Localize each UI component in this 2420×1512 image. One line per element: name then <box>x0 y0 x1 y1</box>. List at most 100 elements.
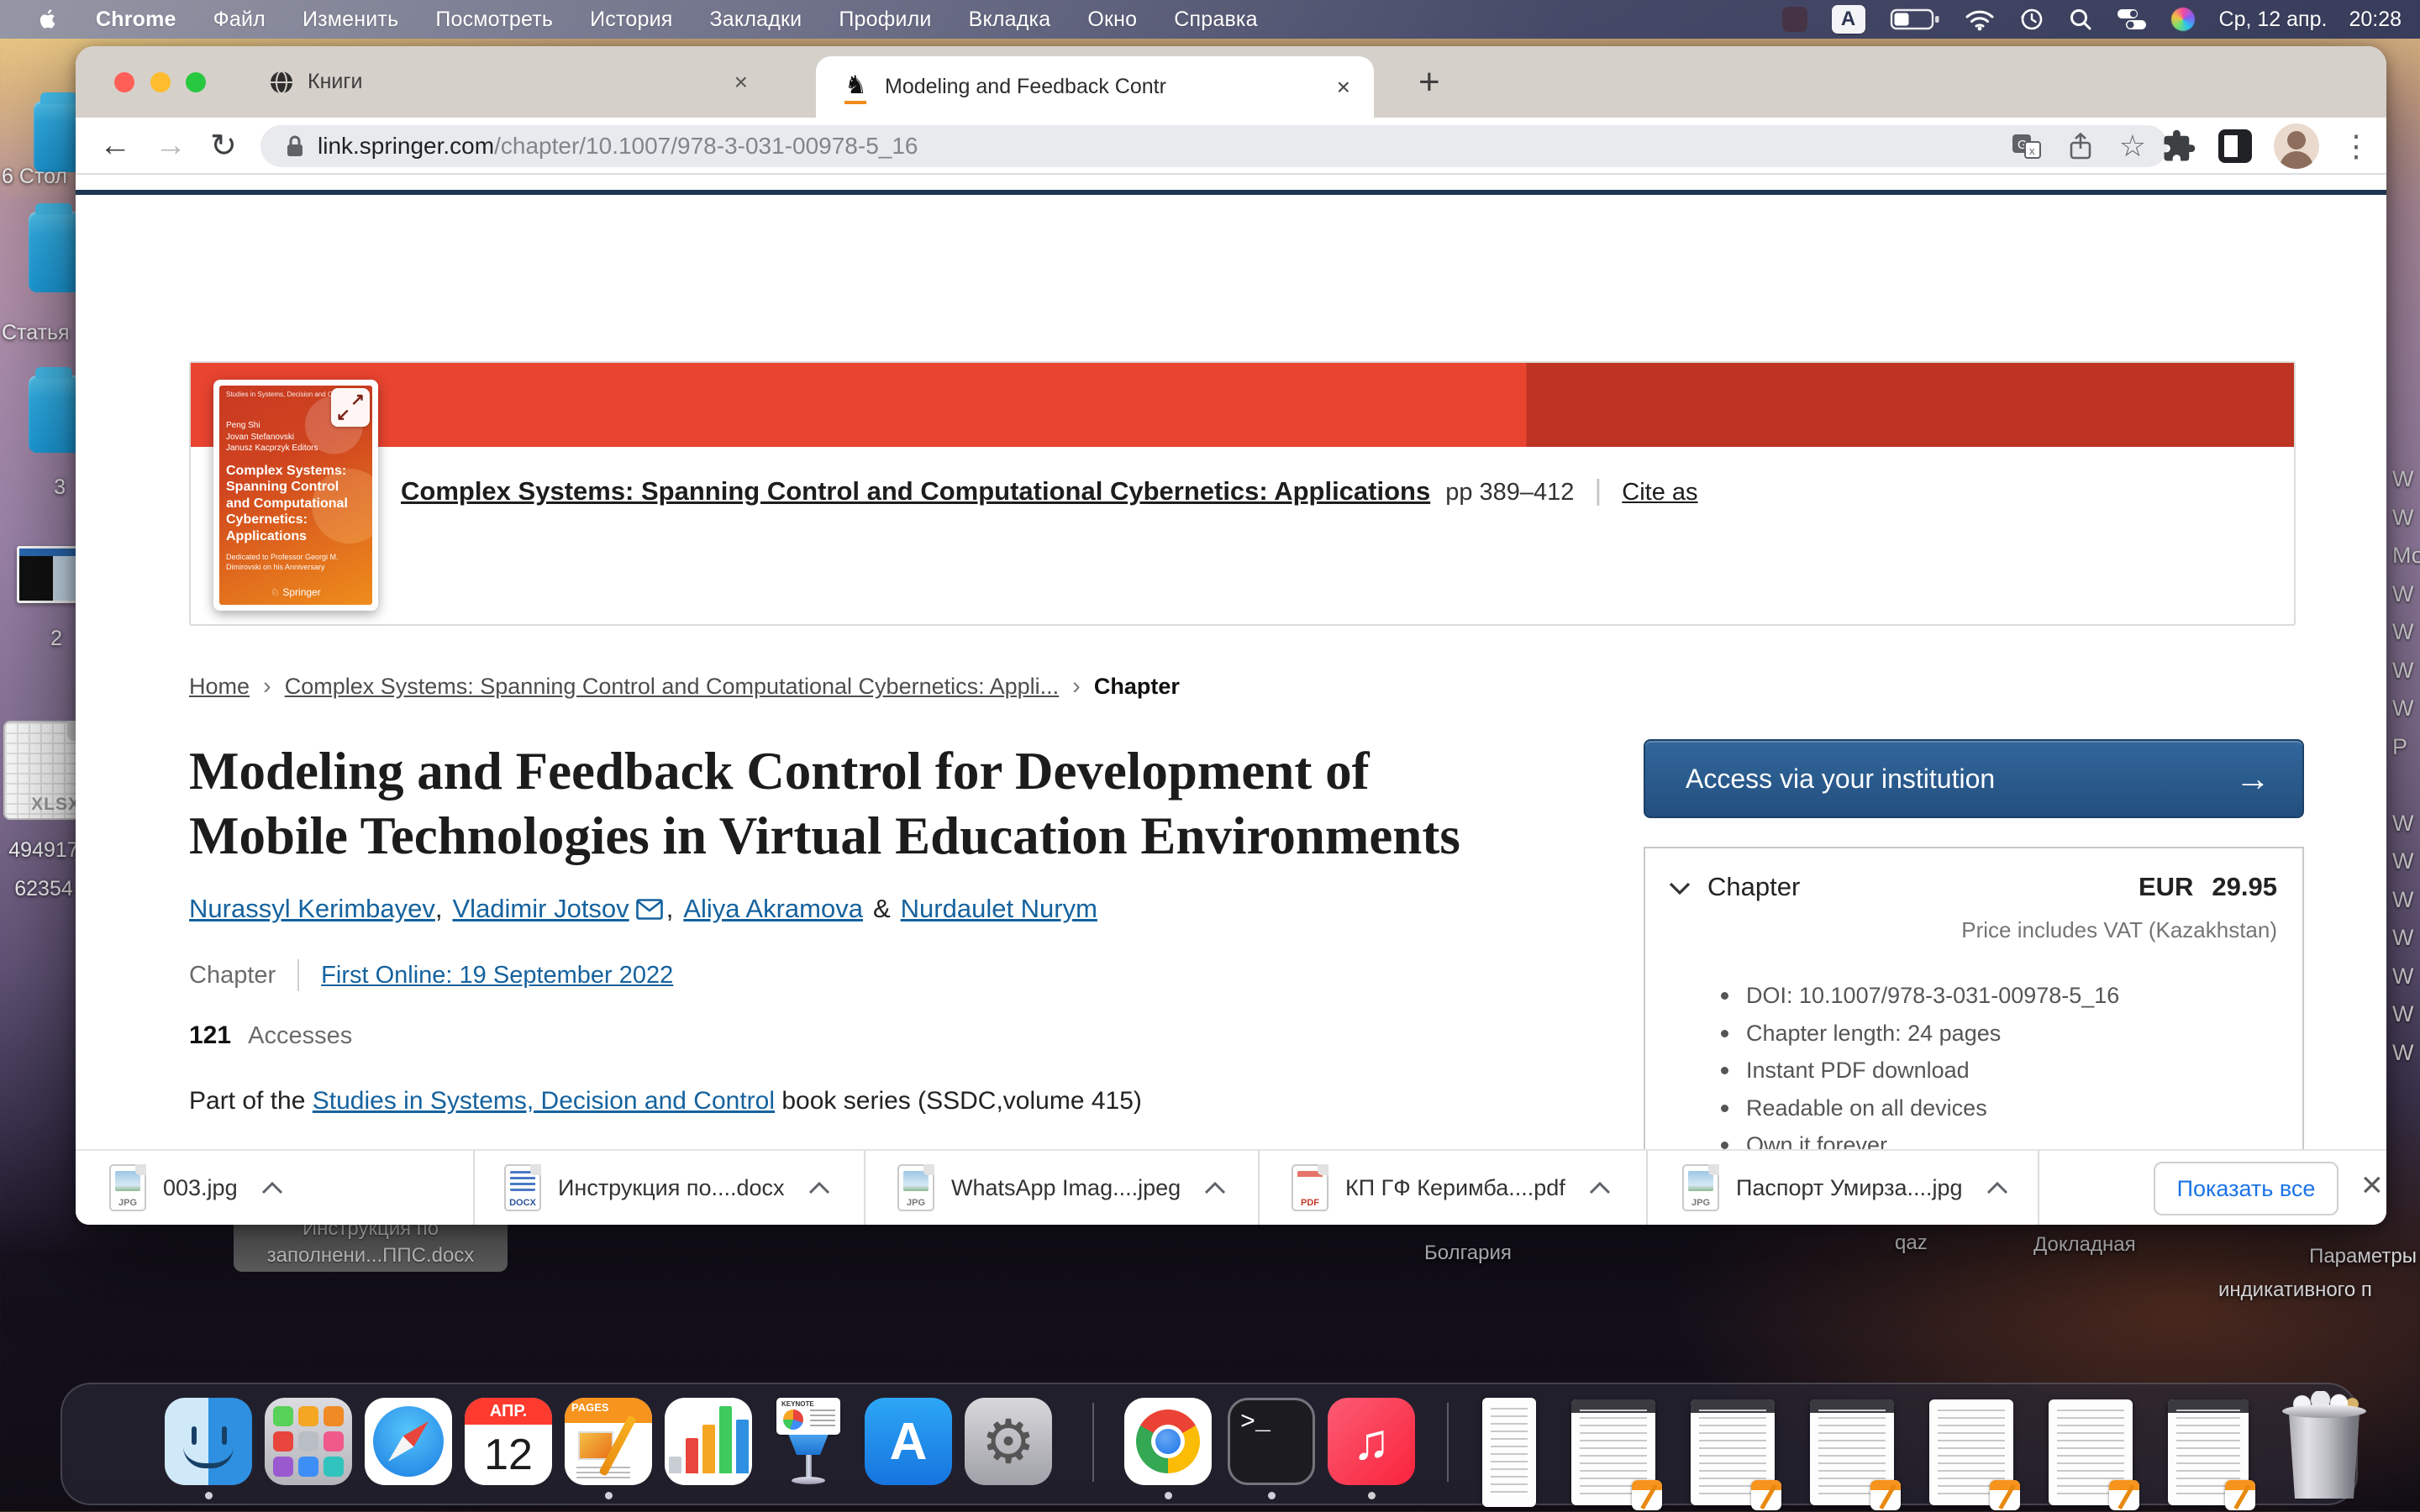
menu-tab[interactable]: Вкладка <box>969 8 1051 32</box>
author-link[interactable]: Aliya Akramova <box>683 894 863 924</box>
dock-minimized-document[interactable] <box>1810 1399 1894 1505</box>
spotlight-icon[interactable] <box>2069 8 2092 31</box>
control-center-icon[interactable] <box>2117 8 2147 30</box>
tab-active-springer[interactable]: ♞ Modeling and Feedback Contr × <box>816 56 1374 118</box>
new-tab-button[interactable]: + <box>1418 61 1440 103</box>
menu-file[interactable]: Файл <box>213 8 266 32</box>
author-link[interactable]: Nurdaulet Nurym <box>901 894 1097 924</box>
address-bar[interactable]: link.springer.com/chapter/10.1007/978-3-… <box>260 125 2168 167</box>
access-institution-button[interactable]: Access via your institution → <box>1644 739 2304 818</box>
apple-icon[interactable] <box>37 7 59 32</box>
dock-appstore-icon[interactable]: A <box>865 1398 952 1485</box>
tab-books[interactable]: Книги × <box>269 46 790 118</box>
dock-chrome-icon[interactable] <box>1124 1398 1212 1485</box>
desktop-file-label[interactable]: 2 <box>0 627 62 651</box>
keynote-lectern <box>785 1435 832 1455</box>
desktop-folder-label[interactable]: 6 Стол <box>2 165 67 189</box>
dock-pages-icon[interactable]: PAGES <box>565 1398 652 1485</box>
book-title-link[interactable]: Complex Systems: Spanning Control and Co… <box>401 476 1430 507</box>
menu-edit[interactable]: Изменить <box>302 8 398 32</box>
breadcrumb-home[interactable]: Home <box>189 674 250 700</box>
desktop-file-label-qaz[interactable]: qaz <box>1895 1231 1928 1255</box>
forward-button[interactable]: → <box>155 128 187 164</box>
download-item[interactable]: JPG 003.jpg <box>109 1151 283 1225</box>
jpg-file-icon: JPG <box>109 1164 146 1211</box>
book-cover[interactable]: Studies in Systems, Decision and Control… <box>213 380 378 611</box>
dock-minimized-document[interactable] <box>1929 1399 2013 1505</box>
wifi-icon[interactable] <box>1965 8 1995 31</box>
dock-music-icon[interactable]: ♫ <box>1328 1398 1415 1485</box>
menu-bookmarks[interactable]: Закладки <box>710 8 802 32</box>
reload-button[interactable]: ↻ <box>210 127 237 165</box>
dock-keynote-icon[interactable]: KEYNOTE <box>765 1398 852 1485</box>
chevron-up-icon[interactable] <box>261 1181 283 1194</box>
dock-calendar-icon[interactable]: АПР. 12 <box>465 1398 552 1485</box>
minimize-window-button[interactable] <box>150 72 171 92</box>
battery-icon[interactable] <box>1890 8 1940 31</box>
xlsx-label-line2[interactable]: 62354 <box>0 877 87 901</box>
expand-cover-button[interactable]: ↗ ↙ <box>331 388 370 427</box>
author-link[interactable]: Nurassyl Kerimbayev <box>189 894 435 924</box>
chevron-up-icon[interactable] <box>1589 1181 1611 1194</box>
desktop-file-label-params2[interactable]: индикативного п <box>2218 1278 2420 1302</box>
cite-as-link[interactable]: Cite as <box>1622 479 1697 507</box>
dock-minimized-document[interactable] <box>1691 1399 1775 1505</box>
bookmark-star-icon[interactable]: ☆ <box>2119 129 2146 164</box>
chevron-up-icon[interactable] <box>808 1181 830 1194</box>
xlsx-label-line1[interactable]: 494917 <box>0 838 87 863</box>
download-item[interactable]: JPG WhatsApp Imag....jpeg <box>897 1151 1226 1225</box>
dock-launchpad-icon[interactable] <box>265 1398 352 1485</box>
desktop-file-label-dokladnaya[interactable]: Докладная <box>2033 1233 2136 1257</box>
close-window-button[interactable] <box>114 72 134 92</box>
side-panel-icon[interactable] <box>2218 129 2252 163</box>
first-online-link[interactable]: First Online: 19 September 2022 <box>321 962 673 990</box>
download-item[interactable]: JPG Паспорт Умирза....jpg <box>1682 1151 2008 1225</box>
dock-minimized-document[interactable] <box>2049 1399 2133 1505</box>
email-icon[interactable] <box>636 899 663 920</box>
desktop-xlsx-file[interactable]: XLSX <box>3 721 87 820</box>
menu-window[interactable]: Окно <box>1087 8 1137 32</box>
author-link[interactable]: Vladimir Jotsov <box>453 894 629 924</box>
menu-history[interactable]: История <box>590 8 672 32</box>
translate-icon[interactable]: Gx <box>2012 132 2042 160</box>
time-machine-icon[interactable] <box>2019 7 2044 32</box>
desktop-file-label[interactable]: 3 <box>0 475 66 500</box>
share-icon[interactable] <box>2067 132 2094 162</box>
chevron-down-icon[interactable] <box>1669 882 1691 895</box>
dock-minimized-document[interactable] <box>2168 1399 2249 1505</box>
siri-icon[interactable] <box>2171 8 2195 31</box>
dock-minimized-document[interactable] <box>1571 1399 1655 1505</box>
show-all-downloads-button[interactable]: Показать все <box>2154 1162 2338 1215</box>
desktop-file-label-bolgaria[interactable]: Болгария <box>1424 1242 1512 1265</box>
chevron-up-icon[interactable] <box>1986 1181 2008 1194</box>
zoom-window-button[interactable] <box>186 72 206 92</box>
dock-trash-icon[interactable] <box>2281 1398 2368 1500</box>
dock-numbers-icon[interactable] <box>665 1398 752 1485</box>
profile-avatar[interactable] <box>2274 123 2319 169</box>
desktop-folder-label[interactable]: Статья <box>2 321 70 345</box>
springer-header-edge <box>76 190 2386 195</box>
download-item[interactable]: DOCX Инструкция по....docx <box>504 1151 830 1225</box>
back-button[interactable]: ← <box>99 128 131 164</box>
menu-clock[interactable]: Ср, 12 апр. 20:28 <box>2219 8 2402 32</box>
dock-safari-icon[interactable] <box>365 1398 452 1485</box>
desktop-file-label-params1[interactable]: Параметры <box>2274 1245 2417 1268</box>
close-downloads-bar-icon[interactable]: × <box>2361 1164 2383 1206</box>
extensions-puzzle-icon[interactable] <box>2161 129 2196 164</box>
menu-profiles[interactable]: Профили <box>839 8 931 32</box>
input-source-badge[interactable]: A <box>1832 5 1865 34</box>
breadcrumb-book[interactable]: Complex Systems: Spanning Control and Co… <box>285 674 1059 700</box>
menu-help[interactable]: Справка <box>1174 8 1257 32</box>
chrome-menu-icon[interactable]: ⋮ <box>2341 141 2371 151</box>
dock-terminal-icon[interactable]: >_ <box>1228 1398 1315 1485</box>
series-link[interactable]: Studies in Systems, Decision and Control <box>313 1087 775 1115</box>
tab-close-icon[interactable]: × <box>1337 74 1350 101</box>
menu-app-name[interactable]: Chrome <box>96 8 176 32</box>
chevron-up-icon[interactable] <box>1204 1181 1226 1194</box>
dock-settings-icon[interactable]: ⚙ <box>965 1398 1052 1485</box>
tab-close-icon[interactable]: × <box>734 69 748 96</box>
menu-view[interactable]: Посмотреть <box>435 8 553 32</box>
dock-minimized-document[interactable] <box>1482 1398 1536 1507</box>
download-item[interactable]: PDF КП ГФ Керимба....pdf <box>1292 1151 1611 1225</box>
dock-finder-icon[interactable] <box>165 1398 252 1485</box>
